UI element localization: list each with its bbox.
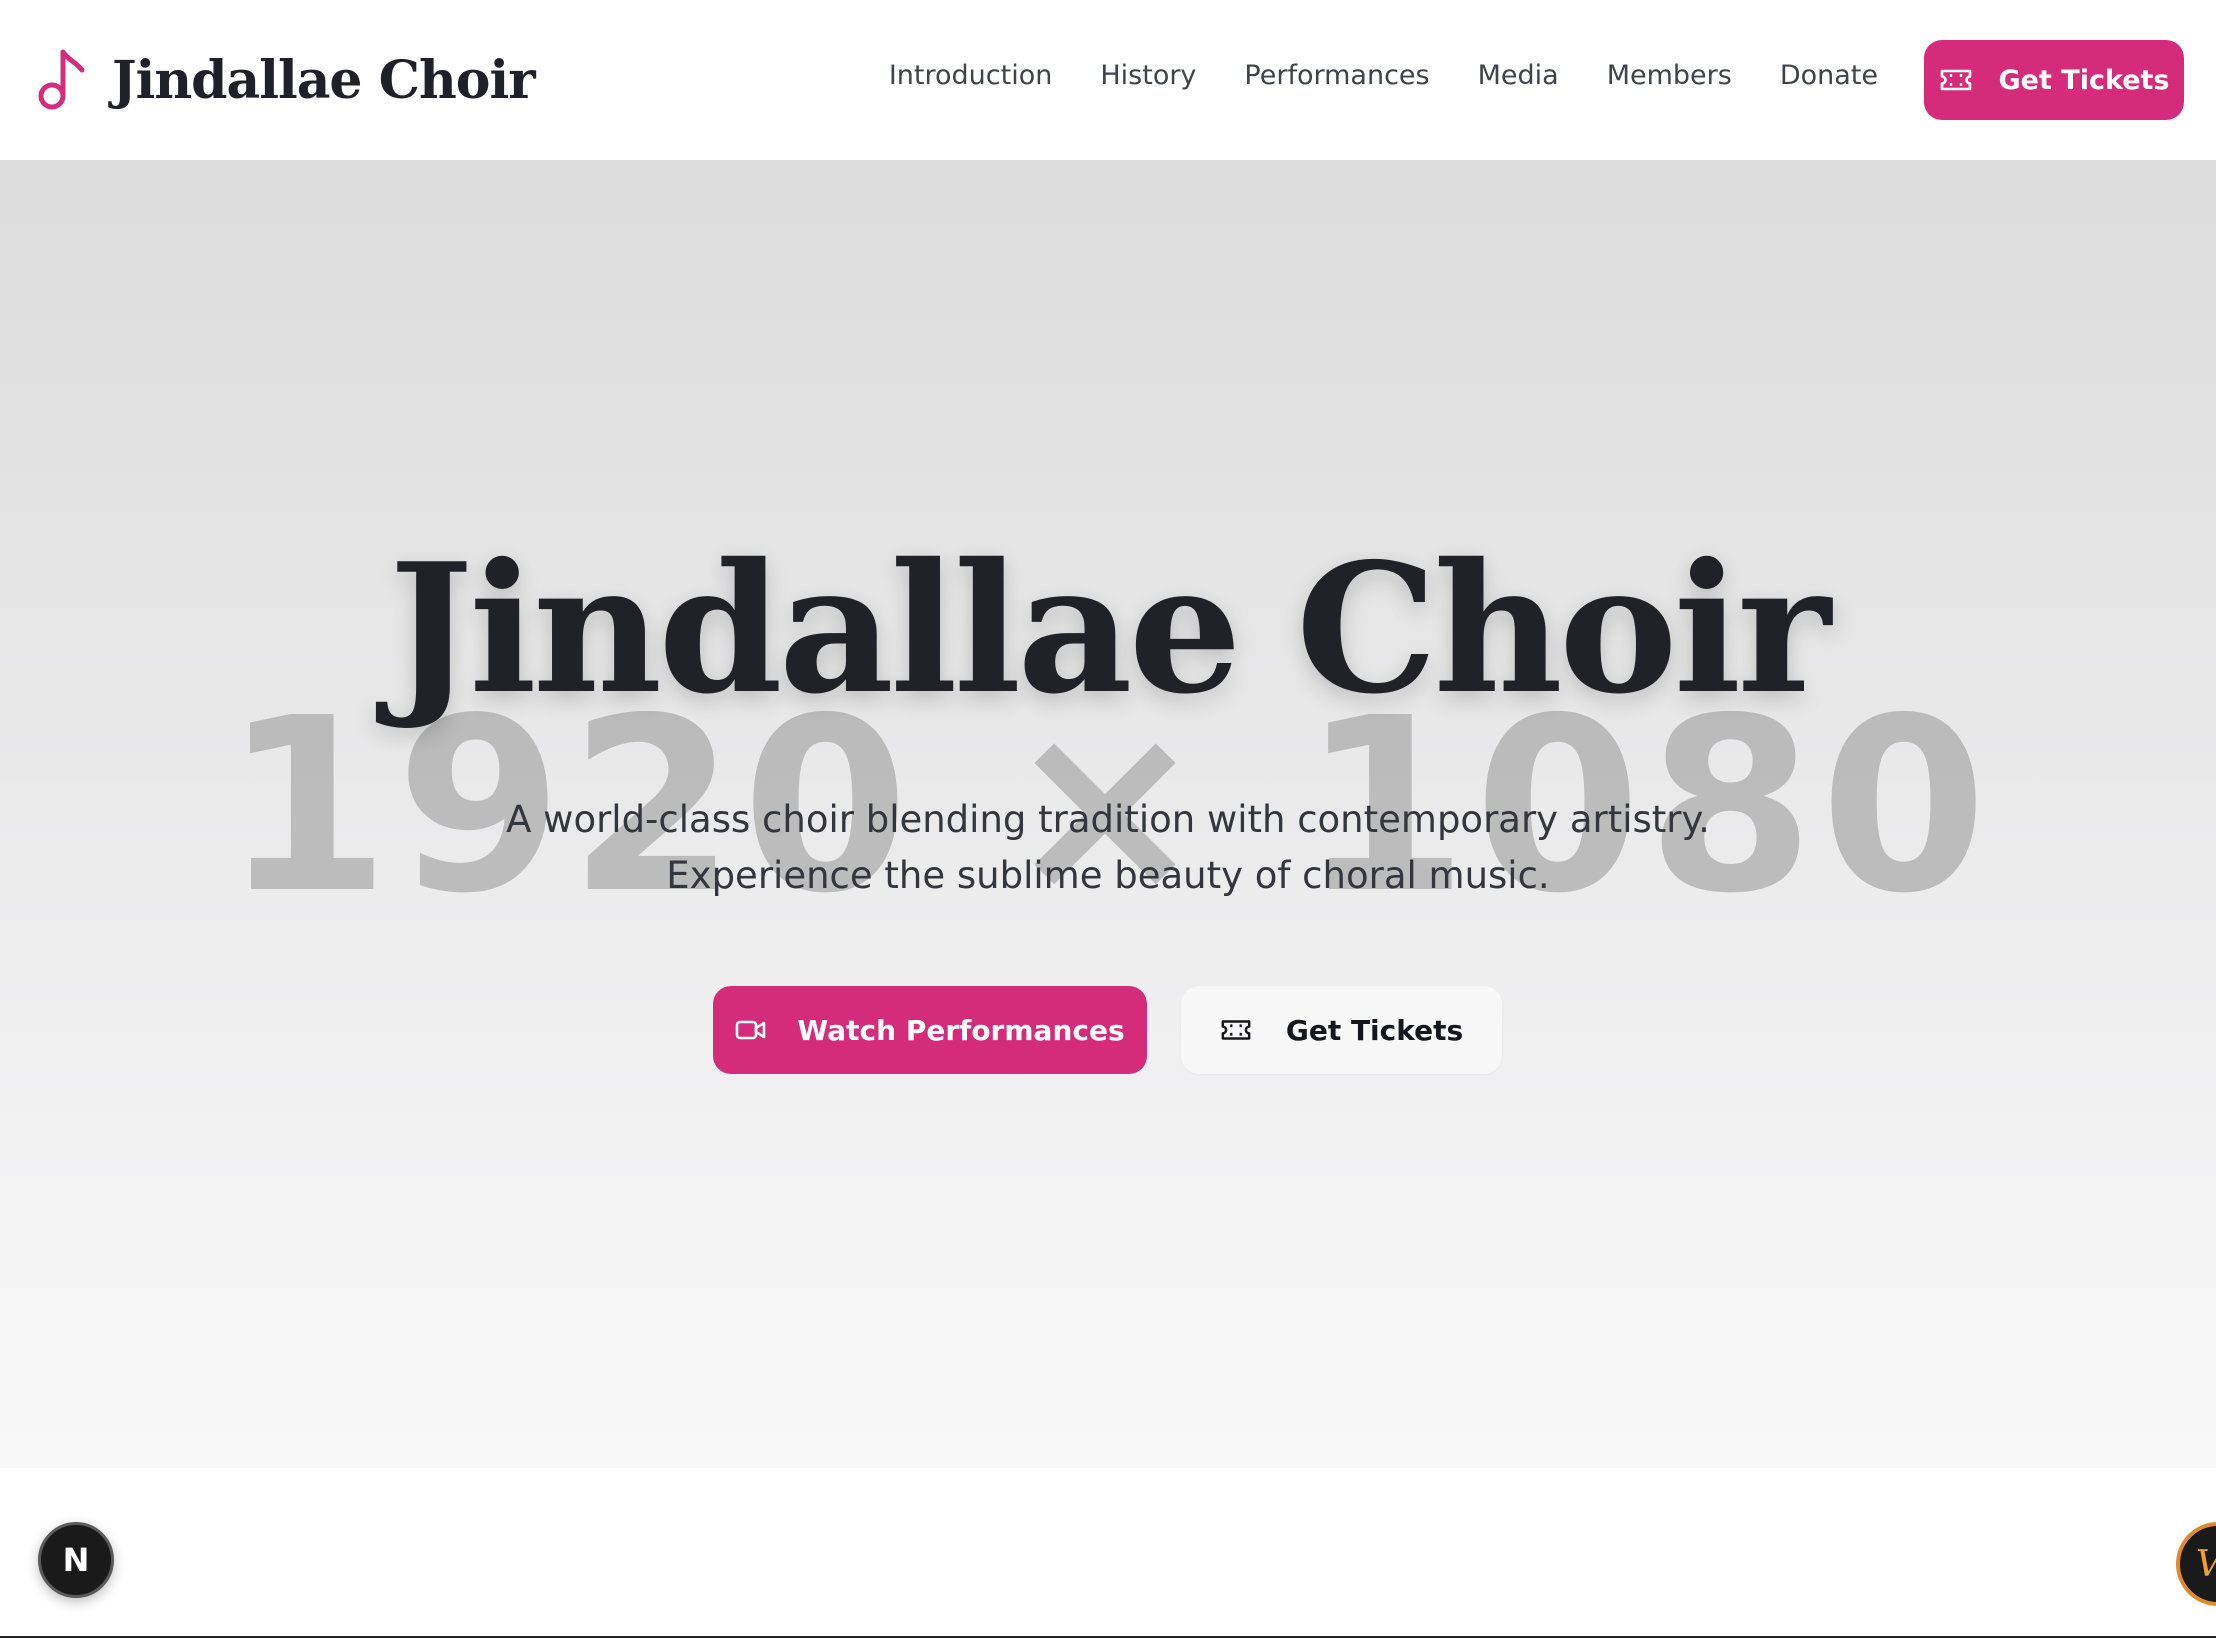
nav-link-introduction[interactable]: Introduction: [889, 60, 1053, 91]
header-get-tickets-label: Get Tickets: [1998, 64, 2170, 96]
ticket-icon: [1940, 69, 1971, 91]
nextjs-logo-letter: N: [62, 1541, 90, 1579]
brand-name: Jindallae Choir: [112, 49, 536, 111]
music-note-icon: [38, 49, 85, 110]
ticket-icon: [1221, 1020, 1251, 1040]
corner-widget-letter: V: [2196, 1544, 2216, 1585]
hero-title: Jindallae Choir: [388, 524, 1831, 733]
site-header: Jindallae Choir Introduction History Per…: [0, 0, 2216, 160]
nav-link-donate[interactable]: Donate: [1780, 60, 1878, 91]
nav-link-media[interactable]: Media: [1478, 60, 1559, 91]
get-tickets-label: Get Tickets: [1285, 1013, 1464, 1047]
next-section: [0, 1468, 2216, 1638]
nav-link-performances[interactable]: Performances: [1244, 60, 1429, 91]
nextjs-dev-badge[interactable]: N: [38, 1522, 114, 1598]
nav-link-history[interactable]: History: [1100, 60, 1196, 91]
nav-link-members[interactable]: Members: [1607, 60, 1732, 91]
brand[interactable]: Jindallae Choir: [36, 46, 536, 114]
get-tickets-button[interactable]: Get Tickets: [1181, 986, 1502, 1074]
header-get-tickets-button[interactable]: Get Tickets: [1924, 40, 2184, 120]
video-icon: [736, 1020, 766, 1040]
watch-performances-label: Watch Performances: [797, 1013, 1125, 1047]
watch-performances-button[interactable]: Watch Performances: [713, 986, 1147, 1074]
hero-subtitle: A world-class choir blending tradition w…: [506, 798, 1710, 897]
hero-section: 1920 × 1080 Jindallae Choir A world-clas…: [0, 160, 2216, 1468]
main-nav: Introduction History Performances Media …: [889, 60, 1878, 91]
hero-actions: Watch Performances Get Tickets: [0, 986, 2216, 1074]
